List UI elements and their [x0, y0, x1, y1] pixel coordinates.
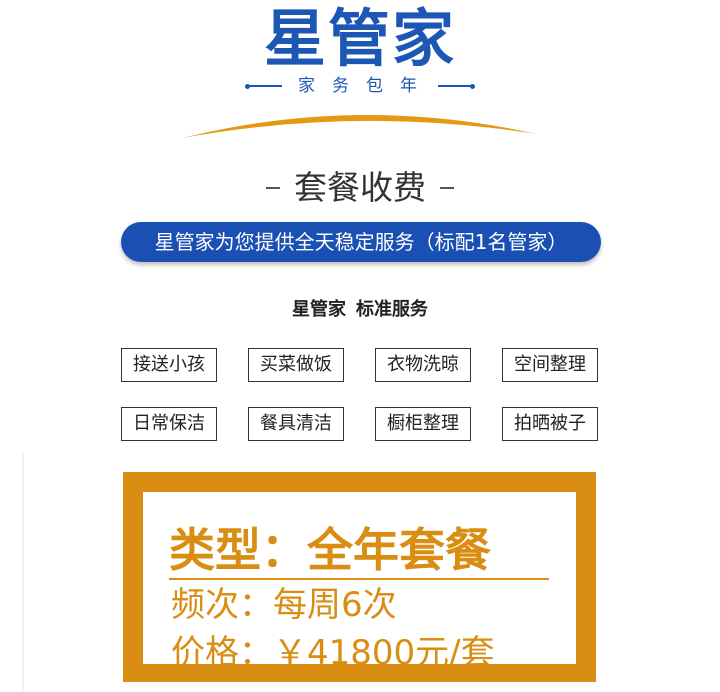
service-banner: 星管家为您提供全天稳定服务（标配1名管家）	[121, 222, 601, 262]
service-item-cabinet-organizing: 橱柜整理	[375, 407, 471, 441]
package-price-box: 类型：全年套餐 频次：每周6次 价格：￥41800元/套	[123, 472, 596, 682]
section-heading-text: 套餐收费	[294, 168, 426, 207]
package-frequency: 频次：每周6次	[171, 585, 397, 625]
service-item-dish-cleaning: 餐具清洁	[248, 407, 344, 441]
package-price: 价格：￥41800元/套	[171, 633, 495, 673]
standard-brand: 星管家	[292, 299, 346, 320]
left-edge-divider	[22, 452, 24, 692]
standard-service-title: 星管家 标准服务	[0, 298, 720, 322]
service-grid: 接送小孩 买菜做饭 衣物洗晾 空间整理 日常保洁 餐具清洁 橱柜整理 拍晒被子	[121, 348, 598, 441]
swoosh-decoration	[182, 114, 536, 138]
package-price-card: 类型：全年套餐 频次：每周6次 价格：￥41800元/套	[143, 492, 576, 673]
service-item-laundry: 衣物洗晾	[375, 348, 471, 382]
package-type: 类型：全年套餐	[169, 522, 549, 580]
service-item-daily-cleaning: 日常保洁	[121, 407, 217, 441]
service-item-cooking: 买菜做饭	[248, 348, 344, 382]
tagline-left-line	[245, 83, 282, 89]
brand-name: 星管家	[263, 2, 456, 75]
heading-right-dash	[440, 187, 454, 189]
brand-tagline-row: 家务包年	[0, 76, 720, 96]
heading-left-dash	[266, 187, 280, 189]
service-item-space-organizing: 空间整理	[502, 348, 598, 382]
brand-tagline: 家务包年	[298, 76, 434, 96]
standard-title: 标准服务	[356, 299, 428, 320]
service-item-quilt-sunning: 拍晒被子	[502, 407, 598, 441]
service-item-pickup-kids: 接送小孩	[121, 348, 217, 382]
section-heading: 套餐收费	[0, 166, 720, 210]
tagline-right-line	[438, 83, 475, 89]
